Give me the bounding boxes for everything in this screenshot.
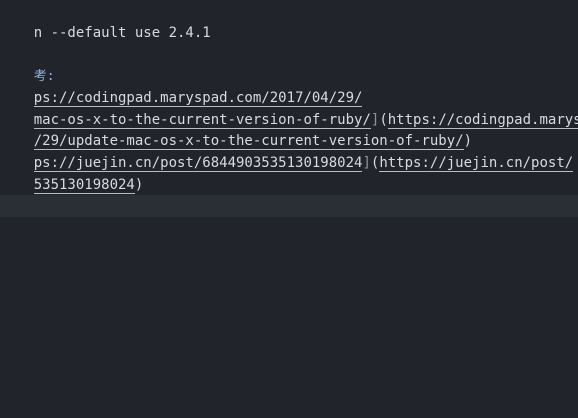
editor-line-6: ps://juejin.cn/post/6844903535130198024]… [0,130,574,172]
editor-line-2: 考: [0,43,55,84]
editor-line-7: 535130198024) [0,152,143,194]
link-paren-close: ) [134,177,144,193]
link-bracket: ] [362,155,371,171]
code-editor[interactable]: n --default use 2.4.1 考: ps://codingpad.… [0,0,578,418]
editor-line-3: ps://codingpad.maryspad.com/2017/04/29/ [0,65,363,107]
editor-line-1: n --default use 2.4.1 [0,0,211,41]
command-text: n --default use 2.4.1 [33,25,211,41]
markdown-link-url[interactable]: 535130198024 [33,177,135,194]
markdown-link-url[interactable]: https://juejin.cn/post/ [379,155,574,172]
editor-line-4: mac-os-x-to-the-current-version-of-ruby/… [0,87,578,129]
current-line-highlight [0,195,578,217]
editor-line-5: /29/update-mac-os-x-to-the-current-versi… [0,108,472,150]
